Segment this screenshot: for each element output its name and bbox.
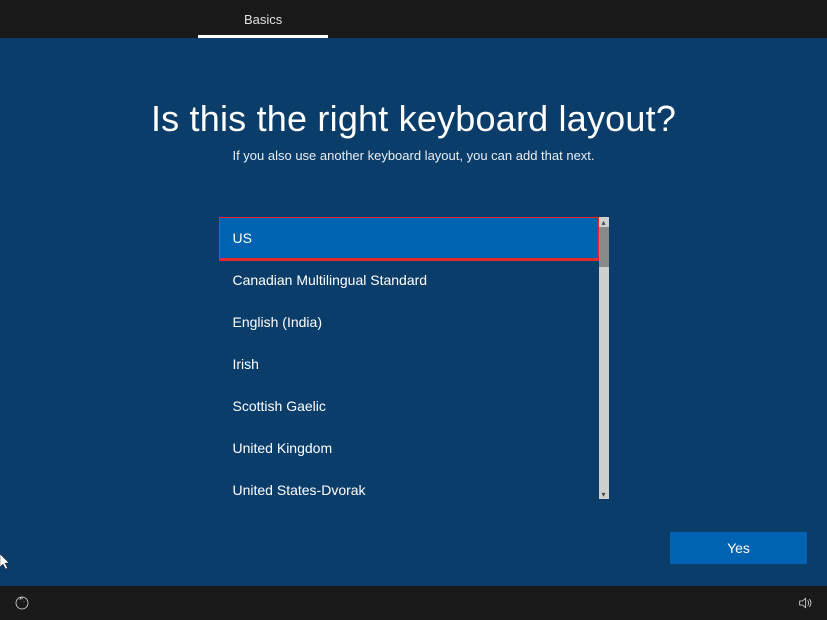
layout-item-label: US	[233, 230, 252, 246]
keyboard-layout-list: US Canadian Multilingual Standard Englis…	[219, 217, 609, 499]
tab-label: Basics	[244, 12, 282, 27]
scrollbar[interactable]: ▴ ▾	[599, 217, 609, 499]
tab-basics[interactable]: Basics	[198, 0, 328, 38]
layout-item-uk[interactable]: United Kingdom	[219, 427, 599, 469]
accessibility-icon[interactable]	[12, 593, 32, 613]
page-title: Is this the right keyboard layout?	[151, 98, 676, 140]
layout-item-label: United Kingdom	[233, 440, 333, 456]
yes-button[interactable]: Yes	[670, 532, 807, 564]
layout-item-irish[interactable]: Irish	[219, 343, 599, 385]
layout-item-english-india[interactable]: English (India)	[219, 301, 599, 343]
main-content: Is this the right keyboard layout? If yo…	[0, 38, 827, 586]
volume-icon[interactable]	[795, 593, 815, 613]
layout-item-canadian[interactable]: Canadian Multilingual Standard	[219, 259, 599, 301]
scroll-down-icon[interactable]: ▾	[599, 489, 609, 499]
layout-item-label: English (India)	[233, 314, 323, 330]
bottom-bar	[0, 586, 827, 620]
layout-item-label: United States-Dvorak	[233, 482, 366, 498]
layout-item-us-dvorak[interactable]: United States-Dvorak	[219, 469, 599, 499]
layout-item-label: Irish	[233, 356, 259, 372]
top-bar: Basics	[0, 0, 827, 38]
layout-item-us[interactable]: US	[219, 217, 599, 259]
scroll-thumb[interactable]	[599, 227, 609, 267]
top-bar-spacer	[0, 0, 198, 38]
keyboard-layout-items: US Canadian Multilingual Standard Englis…	[219, 217, 599, 499]
layout-item-scottish-gaelic[interactable]: Scottish Gaelic	[219, 385, 599, 427]
layout-item-label: Canadian Multilingual Standard	[233, 272, 428, 288]
page-subtitle: If you also use another keyboard layout,…	[232, 148, 594, 163]
layout-item-label: Scottish Gaelic	[233, 398, 326, 414]
scroll-up-icon[interactable]: ▴	[599, 217, 609, 227]
